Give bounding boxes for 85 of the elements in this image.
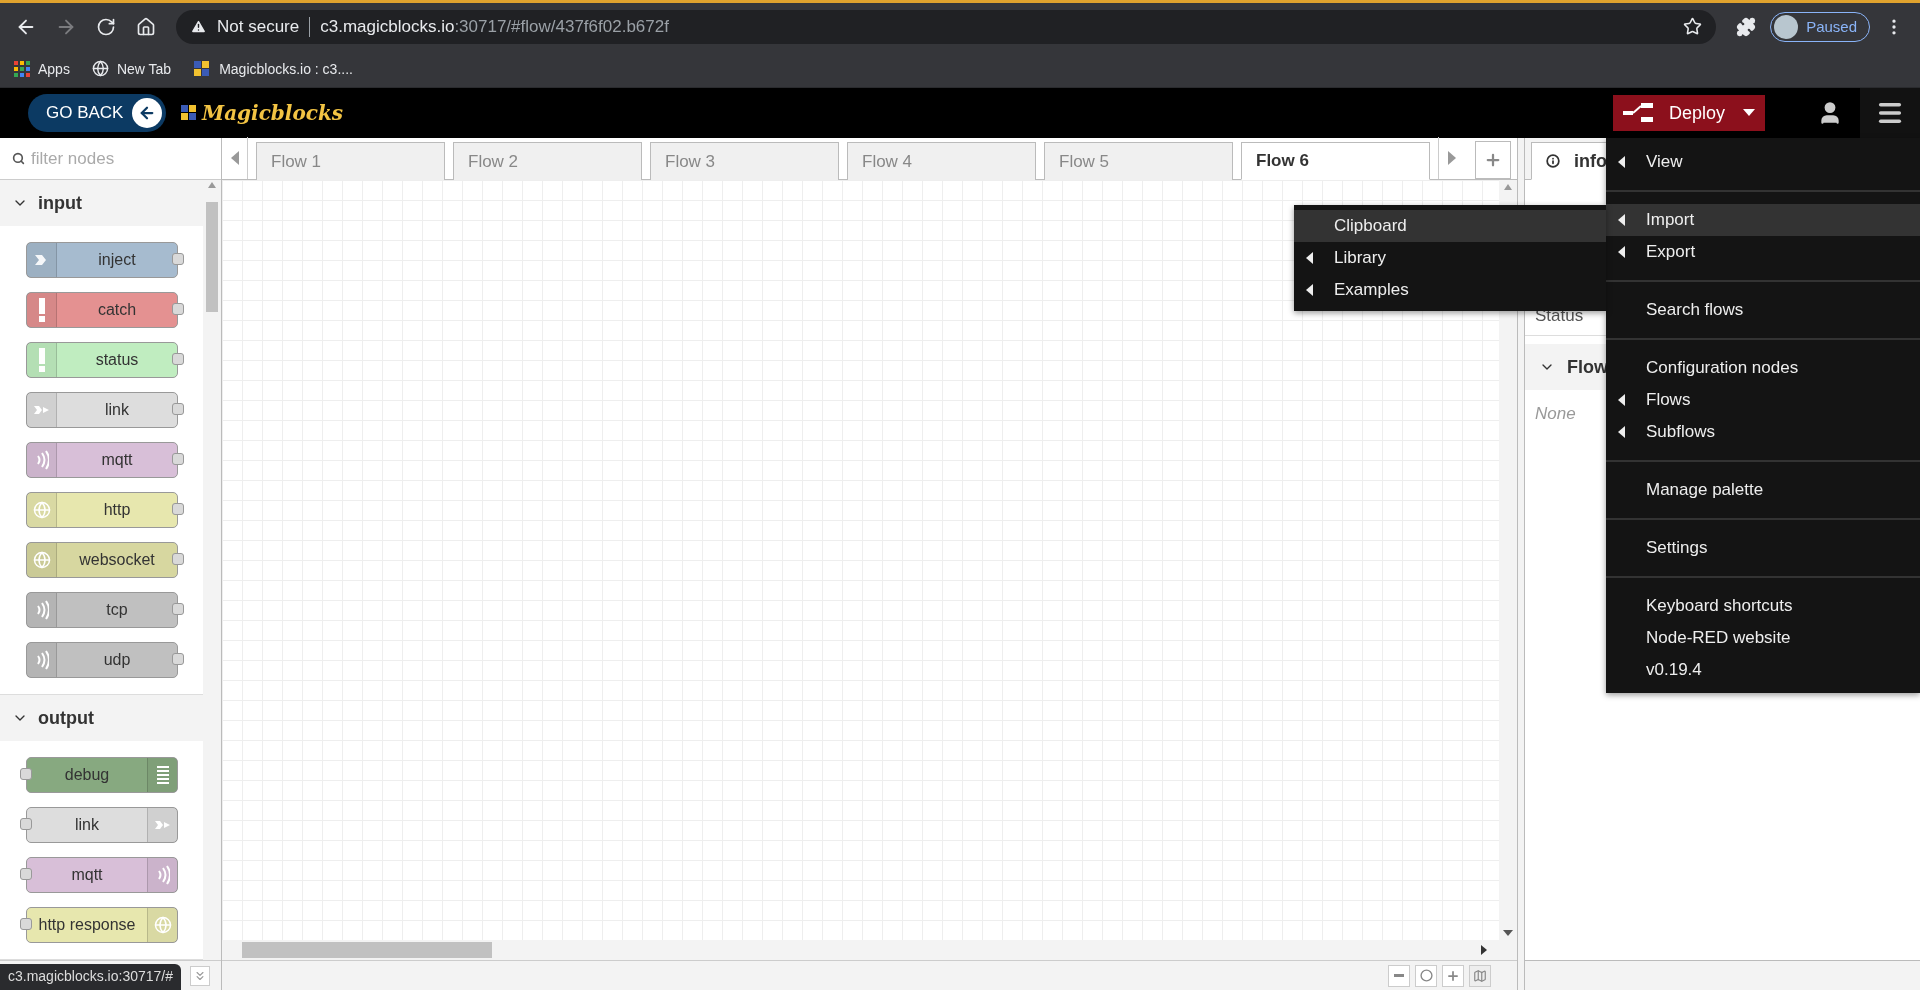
wave-icon [34, 600, 49, 620]
menu-item[interactable]: Library [1294, 242, 1606, 274]
palette-node[interactable]: debug [26, 757, 178, 793]
menu-item[interactable]: Search flows [1606, 294, 1920, 326]
wave-icon [155, 865, 170, 885]
category-title: input [38, 192, 82, 214]
palette-node[interactable]: mqtt [26, 442, 178, 478]
url-text: c3.magicblocks.io:30717/#flow/437f6f02.b672f [320, 16, 670, 37]
palette-node[interactable]: http response [26, 907, 178, 943]
palette-node[interactable]: catch [26, 292, 178, 328]
palette-node[interactable]: link [26, 392, 178, 428]
menu-item[interactable]: Node-RED website [1606, 622, 1920, 654]
scrollbar-thumb[interactable] [242, 942, 492, 958]
caret-right-icon [1447, 151, 1456, 165]
filter-input[interactable]: filter nodes [29, 147, 199, 170]
navigator-button[interactable] [1469, 964, 1491, 987]
security-label: Not secure [217, 16, 300, 37]
menu-item[interactable]: v0.19.4 [1606, 654, 1920, 686]
bookmark[interactable]: New Tab [91, 60, 172, 77]
add-tab-button[interactable] [1475, 141, 1511, 179]
category-title: output [38, 707, 94, 729]
scrollbar-thumb[interactable] [206, 202, 218, 312]
section-title: Flow [1567, 356, 1608, 378]
avatar [1774, 14, 1799, 39]
menu-item[interactable]: Keyboard shortcuts [1606, 590, 1920, 622]
category-header[interactable]: output [0, 695, 203, 741]
menu-item[interactable]: Configuration nodes [1606, 352, 1920, 384]
bookmark[interactable]: Magicblocks.io : c3.... [193, 59, 353, 78]
globe-icon [32, 551, 51, 569]
caret-left-icon [230, 151, 239, 165]
info-icon [1546, 154, 1560, 168]
menu-item[interactable]: Manage palette [1606, 474, 1920, 506]
star-icon[interactable] [1683, 17, 1703, 36]
palette-node[interactable]: inject [26, 242, 178, 278]
flow-tab[interactable]: Flow 6 [1241, 142, 1430, 180]
circle-icon [1419, 969, 1433, 982]
menu-item[interactable]: Export [1606, 236, 1920, 268]
palette-node[interactable]: udp [26, 642, 178, 678]
bookmark[interactable]: Apps [14, 60, 70, 77]
menu-icon[interactable] [1860, 88, 1920, 138]
exclamation-icon [37, 348, 46, 372]
caret-icon [1743, 109, 1755, 117]
filter-field[interactable]: filter nodes [0, 138, 221, 180]
empty-text: None [1535, 404, 1576, 424]
zoom-in-button[interactable] [1442, 964, 1464, 987]
scroll-right-icon[interactable] [1481, 945, 1487, 955]
category-header[interactable]: input [0, 180, 203, 226]
scrollbar[interactable] [222, 940, 1517, 960]
plus-icon [1446, 968, 1460, 983]
palette-node[interactable]: status [26, 342, 178, 378]
workspace-canvas[interactable] [222, 180, 1499, 940]
plus-icon [1484, 151, 1502, 169]
deploy-icon [1623, 103, 1655, 123]
palette-node[interactable]: http [26, 492, 178, 528]
menu-item[interactable]: Clipboard [1294, 210, 1606, 242]
logo: Magicblocks [180, 101, 344, 125]
palette-node[interactable]: link [26, 807, 178, 843]
search-icon [12, 152, 25, 165]
menu-item[interactable]: Flows [1606, 384, 1920, 416]
globe-icon [153, 916, 172, 934]
scroll-up-icon[interactable] [208, 182, 216, 188]
list-icon [155, 765, 170, 785]
warning-icon [190, 18, 207, 35]
globe-icon [32, 501, 51, 519]
palette-node[interactable]: tcp [26, 592, 178, 628]
go-back-button[interactable]: GO BACK [28, 94, 166, 132]
palette-node[interactable]: websocket [26, 542, 178, 578]
zoom-out-button[interactable] [1388, 964, 1410, 987]
map-icon [1473, 968, 1487, 983]
scroll-up-icon[interactable] [1504, 184, 1512, 190]
exclamation-icon [37, 298, 46, 322]
minus-icon [1394, 974, 1404, 977]
menu-item[interactable]: Examples [1294, 274, 1606, 306]
apps-grid-icon [14, 60, 30, 77]
menu-item[interactable]: Import [1606, 204, 1920, 236]
scroll-down-icon[interactable] [1503, 930, 1513, 936]
deploy-button[interactable]: Deploy [1613, 95, 1765, 131]
wave-icon [34, 650, 49, 670]
address-bar[interactable]: Not secure c3.magicblocks.io:30717/#flow/437f6f02.b672f [176, 9, 1717, 44]
menu-item[interactable]: Settings [1606, 532, 1920, 564]
wave-icon [34, 450, 49, 470]
zoom-reset-button[interactable] [1415, 964, 1437, 987]
menu-item[interactable]: Subflows [1606, 416, 1920, 448]
palette-node[interactable]: mqtt [26, 857, 178, 893]
globe-icon [91, 60, 109, 77]
